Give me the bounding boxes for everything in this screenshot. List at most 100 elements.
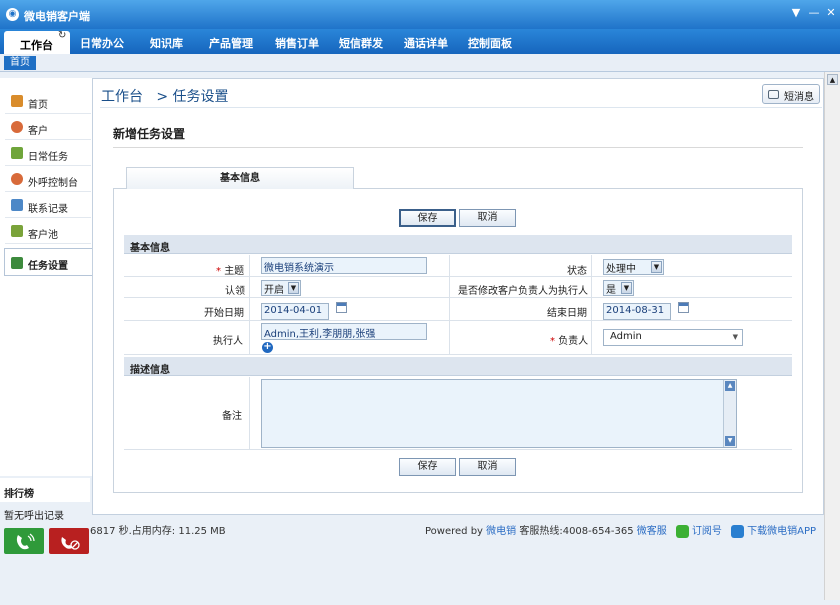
page-tab-home[interactable]: 首页 bbox=[4, 56, 36, 70]
remark-textarea[interactable]: ▲ ▼ bbox=[261, 379, 737, 448]
page-title: 新增任务设置 bbox=[113, 127, 186, 141]
call-button[interactable] bbox=[4, 528, 44, 554]
ranking-empty-text: 暂无呼出记录 bbox=[4, 511, 64, 522]
group-header-basic: 基本信息 bbox=[124, 235, 792, 254]
subject-input[interactable]: 微电销系统演示 bbox=[261, 257, 427, 274]
sidebar-item-task-settings[interactable]: 任务设置 bbox=[4, 248, 93, 276]
remark-label: 备注 bbox=[222, 411, 242, 422]
mobile-app-icon bbox=[731, 524, 745, 538]
menu-item-products[interactable]: 产品管理 bbox=[209, 35, 253, 51]
wechat-icon bbox=[675, 524, 689, 538]
modify-owner-label: 是否修改客户负责人为执行人 bbox=[458, 286, 588, 297]
title-bar: ◉ 微电销客户端 ▼ — ✕ bbox=[0, 0, 840, 29]
owner-select-value: Admin bbox=[610, 331, 642, 342]
status-label: 状态 bbox=[567, 266, 587, 277]
sidebar-item-label: 首页 bbox=[28, 100, 48, 111]
chevron-down-icon: ▼ bbox=[651, 261, 662, 273]
menu-item-orders[interactable]: 销售订单 bbox=[275, 35, 319, 51]
modify-owner-select-value: 是 bbox=[606, 285, 616, 296]
sidebar-item-label: 联系记录 bbox=[28, 204, 68, 215]
remark-scrollbar[interactable]: ▲ ▼ bbox=[723, 380, 736, 447]
sidebar-item-label: 客户 bbox=[28, 126, 48, 137]
user-icon bbox=[11, 121, 23, 133]
start-date-input[interactable]: 2014-04-01 bbox=[261, 303, 329, 320]
download-app-link[interactable]: 下载微电销APP bbox=[747, 526, 816, 537]
menu-item-call-details[interactable]: 通话详单 bbox=[404, 35, 448, 51]
scroll-up-icon[interactable]: ▲ bbox=[827, 74, 838, 85]
required-mark: * bbox=[216, 266, 221, 277]
title-divider bbox=[113, 147, 803, 148]
pool-icon bbox=[11, 225, 23, 237]
claim-select-value: 开启 bbox=[264, 285, 284, 296]
menu-item-sms[interactable]: 短信群发 bbox=[339, 35, 383, 51]
cancel-button-top[interactable]: 取消 bbox=[459, 209, 516, 227]
tab-basic-info[interactable]: 基本信息 bbox=[126, 167, 354, 189]
main-menu-bar: 工作台 ↻ 日常办公 知识库 产品管理 销售订单 短信群发 通话详单 控制面板 bbox=[0, 29, 840, 54]
end-date-label: 结束日期 bbox=[547, 308, 587, 319]
sidebar-item-outbound-console[interactable]: 外呼控制台 bbox=[5, 167, 91, 192]
sidebar-item-customer-pool[interactable]: 客户池 bbox=[5, 219, 91, 244]
chevron-down-icon: ▼ bbox=[621, 282, 632, 294]
sidebar-item-label: 外呼控制台 bbox=[28, 178, 78, 189]
close-icon[interactable]: ✕ bbox=[825, 7, 837, 19]
status-select[interactable]: 处理中 ▼ bbox=[603, 259, 664, 275]
owner-label: * 负责人 bbox=[550, 332, 588, 347]
sidebar-item-home[interactable]: 首页 bbox=[5, 89, 91, 114]
executor-label: 执行人 bbox=[213, 336, 243, 347]
status-select-value: 处理中 bbox=[606, 264, 636, 275]
sidebar-item-customers[interactable]: 客户 bbox=[5, 115, 91, 140]
sidebar-item-label: 日常任务 bbox=[28, 152, 68, 163]
chevron-down-icon: ▼ bbox=[732, 333, 738, 341]
footer: Powered by 微电销 客服热线:4008-654-365 微客服 订阅号… bbox=[425, 522, 816, 538]
sidebar-item-label: 任务设置 bbox=[28, 261, 68, 272]
menu-tab-label: 工作台 bbox=[20, 39, 53, 52]
group-header-label: 描述信息 bbox=[130, 365, 170, 376]
owner-select[interactable]: Admin ▼ bbox=[603, 329, 743, 346]
app-title: 微电销客户端 bbox=[24, 10, 90, 23]
refresh-icon[interactable]: ↻ bbox=[58, 30, 66, 41]
subscribe-link[interactable]: 订阅号 bbox=[692, 526, 722, 537]
powered-by-text: Powered by bbox=[425, 526, 483, 537]
brand-link[interactable]: 微电销 bbox=[486, 526, 516, 537]
chevron-down-icon: ▼ bbox=[288, 282, 299, 294]
minimize-icon[interactable]: — bbox=[808, 7, 820, 19]
cancel-button-bottom[interactable]: 取消 bbox=[459, 458, 516, 476]
page-scrollbar[interactable]: ▲ bbox=[824, 72, 840, 600]
menu-item-control-panel[interactable]: 控制面板 bbox=[468, 35, 512, 51]
start-date-label: 开始日期 bbox=[204, 308, 244, 319]
save-button-top[interactable]: 保存 bbox=[399, 209, 456, 227]
menu-item-knowledge[interactable]: 知识库 bbox=[150, 35, 183, 51]
header-divider bbox=[100, 107, 822, 108]
executor-input[interactable]: Admin,王利,李朋朋,张强 bbox=[261, 323, 427, 340]
phone-call-icon bbox=[16, 533, 35, 550]
scroll-down-icon[interactable]: ▼ bbox=[725, 436, 735, 446]
message-icon bbox=[768, 90, 779, 99]
claim-select[interactable]: 开启 ▼ bbox=[261, 280, 301, 296]
scroll-up-icon[interactable]: ▲ bbox=[725, 381, 735, 391]
tasks-icon bbox=[11, 147, 23, 159]
claim-label: 认领 bbox=[225, 286, 245, 297]
save-button-bottom[interactable]: 保存 bbox=[399, 458, 456, 476]
required-mark: * bbox=[550, 336, 555, 347]
message-button[interactable]: 短消息 bbox=[762, 84, 820, 104]
record-icon bbox=[11, 199, 23, 211]
settings-icon bbox=[11, 257, 23, 269]
modify-owner-select[interactable]: 是 ▼ bbox=[603, 280, 634, 296]
end-date-input[interactable]: 2014-08-31 bbox=[603, 303, 671, 320]
menu-item-daily-office[interactable]: 日常办公 bbox=[80, 35, 124, 51]
home-icon bbox=[11, 95, 23, 107]
calendar-icon[interactable] bbox=[336, 302, 347, 313]
sidebar-item-daily-tasks[interactable]: 日常任务 bbox=[5, 141, 91, 166]
hangup-button[interactable] bbox=[49, 528, 89, 554]
menu-dropdown-icon[interactable]: ▼ bbox=[790, 7, 802, 19]
subject-label-text: 主题 bbox=[224, 266, 245, 277]
hotline-text: 客服热线:4008-654-365 bbox=[519, 526, 634, 537]
calendar-icon[interactable] bbox=[678, 302, 689, 313]
sidebar-item-contact-records[interactable]: 联系记录 bbox=[5, 193, 91, 218]
add-executor-icon[interactable]: + bbox=[262, 342, 273, 353]
group-header-label: 基本信息 bbox=[130, 243, 170, 254]
service-link[interactable]: 微客服 bbox=[637, 526, 667, 537]
owner-label-text: 负责人 bbox=[558, 336, 589, 347]
status-text: 6817 秒.占用内存: 11.25 MB bbox=[90, 526, 226, 537]
subject-label: * 主题 bbox=[216, 262, 244, 277]
